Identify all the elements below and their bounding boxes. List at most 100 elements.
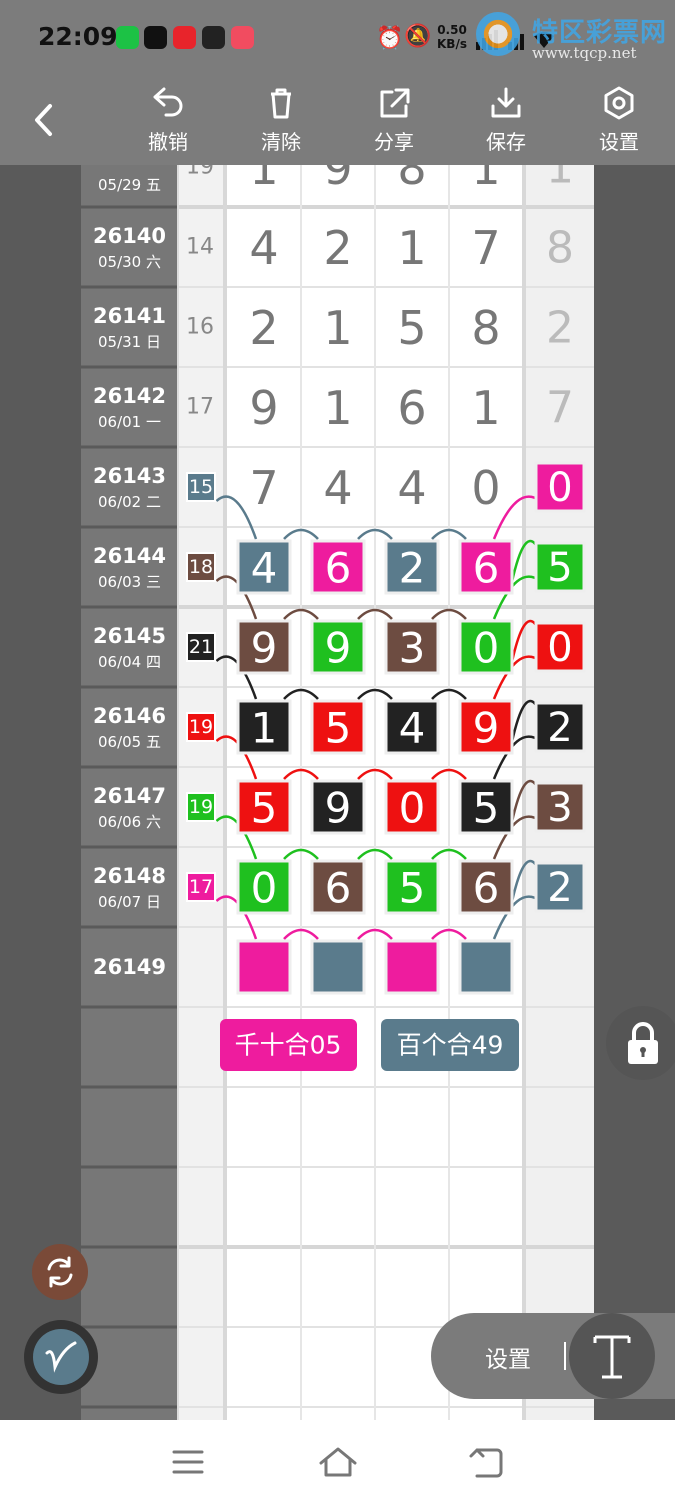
digit-value: 9 <box>473 704 500 753</box>
period-number: 26149 <box>93 955 166 979</box>
digit-value: 8 <box>397 165 426 195</box>
period-number: 26145 <box>93 624 166 648</box>
share-icon <box>380 88 410 118</box>
pill-divider <box>564 1342 566 1370</box>
home-icon <box>319 1447 357 1477</box>
extra-value: 0 <box>547 625 572 671</box>
refresh-icon <box>47 1256 73 1288</box>
trash-icon <box>271 88 291 119</box>
extra-value: 0 <box>547 465 572 511</box>
digit-value: 1 <box>323 301 352 355</box>
text-tool-button[interactable] <box>569 1313 655 1399</box>
undo-button[interactable]: 撤销 <box>128 86 208 162</box>
period-date: 06/06 六 <box>98 813 161 831</box>
app-pink-icon <box>231 26 254 49</box>
extra-value: 7 <box>546 383 574 434</box>
period-number: 26143 <box>93 464 166 488</box>
lock-icon <box>628 1022 658 1064</box>
period-date: 06/05 五 <box>98 733 161 751</box>
digit-value: 6 <box>325 544 352 593</box>
digit-value: 5 <box>473 784 500 833</box>
tiktok-icon <box>144 26 167 49</box>
back-button[interactable] <box>26 100 66 140</box>
extra-value: 5 <box>547 545 572 591</box>
digit-value: 9 <box>325 624 352 673</box>
period-number: 26140 <box>93 224 166 248</box>
digit-value: 5 <box>325 704 352 753</box>
digit-value: 1 <box>397 221 426 275</box>
share-button[interactable]: 分享 <box>354 86 434 162</box>
tool-pill: 设置 <box>431 1313 675 1399</box>
period-date: 05/31 日 <box>98 333 161 351</box>
lock-button[interactable] <box>606 1006 675 1080</box>
menu-icon <box>172 1450 204 1474</box>
back-nav-button[interactable] <box>467 1442 507 1482</box>
save-button[interactable]: 保存 <box>466 86 546 162</box>
settings-button[interactable]: 设置 <box>579 86 659 162</box>
menu-button[interactable] <box>168 1444 208 1480</box>
digit-value: 1 <box>471 165 500 195</box>
sum-value: 14 <box>186 235 214 260</box>
clear-button[interactable]: 清除 <box>241 86 321 162</box>
app-red-icon <box>173 26 196 49</box>
period-number: 26144 <box>93 544 166 568</box>
digit-value: 9 <box>323 165 352 195</box>
status-bar: 22:09 ⏰ 🔕 0.50 KB/s 特区彩票网 www.tqcp.net <box>0 0 675 72</box>
digit-value: 6 <box>473 864 500 913</box>
digit-value: 1 <box>251 704 278 753</box>
home-button[interactable] <box>316 1442 360 1482</box>
digit-value: 6 <box>397 381 426 435</box>
digit-value: 1 <box>323 381 352 435</box>
digit-cell[interactable] <box>384 939 440 995</box>
watermark-url: www.tqcp.net <box>532 44 637 62</box>
digit-cell[interactable] <box>236 939 292 995</box>
gear-hexagon-icon <box>604 86 634 120</box>
net-speed: 0.50 KB/s <box>437 23 467 51</box>
period-date: 05/30 六 <box>98 253 161 271</box>
sum-value: 15 <box>189 476 213 498</box>
sum-value: 18 <box>189 556 213 578</box>
digit-value: 0 <box>251 864 278 913</box>
period-number: 26142 <box>93 384 166 408</box>
sum-value: 17 <box>186 395 214 420</box>
pill-settings-button[interactable]: 设置 <box>485 1340 531 1374</box>
period-date: 06/03 三 <box>98 573 161 591</box>
digit-value: 7 <box>249 461 278 515</box>
period-date: 06/04 四 <box>98 653 161 671</box>
mute-icon: 🔕 <box>404 24 432 49</box>
digit-value: 4 <box>323 461 352 515</box>
sum-value: 19 <box>189 716 213 738</box>
pen-button[interactable] <box>24 1320 98 1394</box>
download-icon <box>491 87 521 118</box>
sum-value: 19 <box>186 165 214 180</box>
watermark-logo-icon <box>476 12 520 56</box>
digit-value: 2 <box>399 544 426 593</box>
trend-grid[interactable]: 05/29 五19 1 9 8 1 12614005/30 六14 4 2 1 7 82614105… <box>81 165 594 1420</box>
digit-cell[interactable] <box>458 939 514 995</box>
digit-value: 8 <box>471 301 500 355</box>
site-watermark: 特区彩票网 www.tqcp.net <box>476 10 674 66</box>
wechat-icon <box>116 26 139 49</box>
sum-value: 21 <box>189 636 213 658</box>
digit-value: 1 <box>471 381 500 435</box>
period-date: 06/07 日 <box>98 893 161 911</box>
digit-value: 6 <box>325 864 352 913</box>
digit-cell[interactable] <box>310 939 366 995</box>
sum-value: 17 <box>189 876 213 898</box>
text-tool-icon <box>593 1335 631 1379</box>
digit-value: 4 <box>251 544 278 593</box>
extra-value: 3 <box>547 785 572 831</box>
trend-chart[interactable]: 05/29 五 19 1 9 8 1 1 26140 05/30 六 14 4 2 1 7 8 26141 05… <box>81 165 594 1420</box>
status-time: 22:09 <box>38 22 118 51</box>
extra-value: 2 <box>546 303 574 354</box>
refresh-button[interactable] <box>32 1244 88 1300</box>
extra-value: 2 <box>547 865 572 911</box>
digit-value: 0 <box>471 461 500 515</box>
toolbar: 撤销 清除 分享 保存 设置 <box>0 72 675 165</box>
period-date: 06/01 一 <box>98 413 161 431</box>
digit-value: 2 <box>323 221 352 275</box>
digit-value: 4 <box>397 461 426 515</box>
period-number: 26148 <box>93 864 166 888</box>
system-navigation-bar <box>0 1420 675 1500</box>
digit-value: 6 <box>473 544 500 593</box>
